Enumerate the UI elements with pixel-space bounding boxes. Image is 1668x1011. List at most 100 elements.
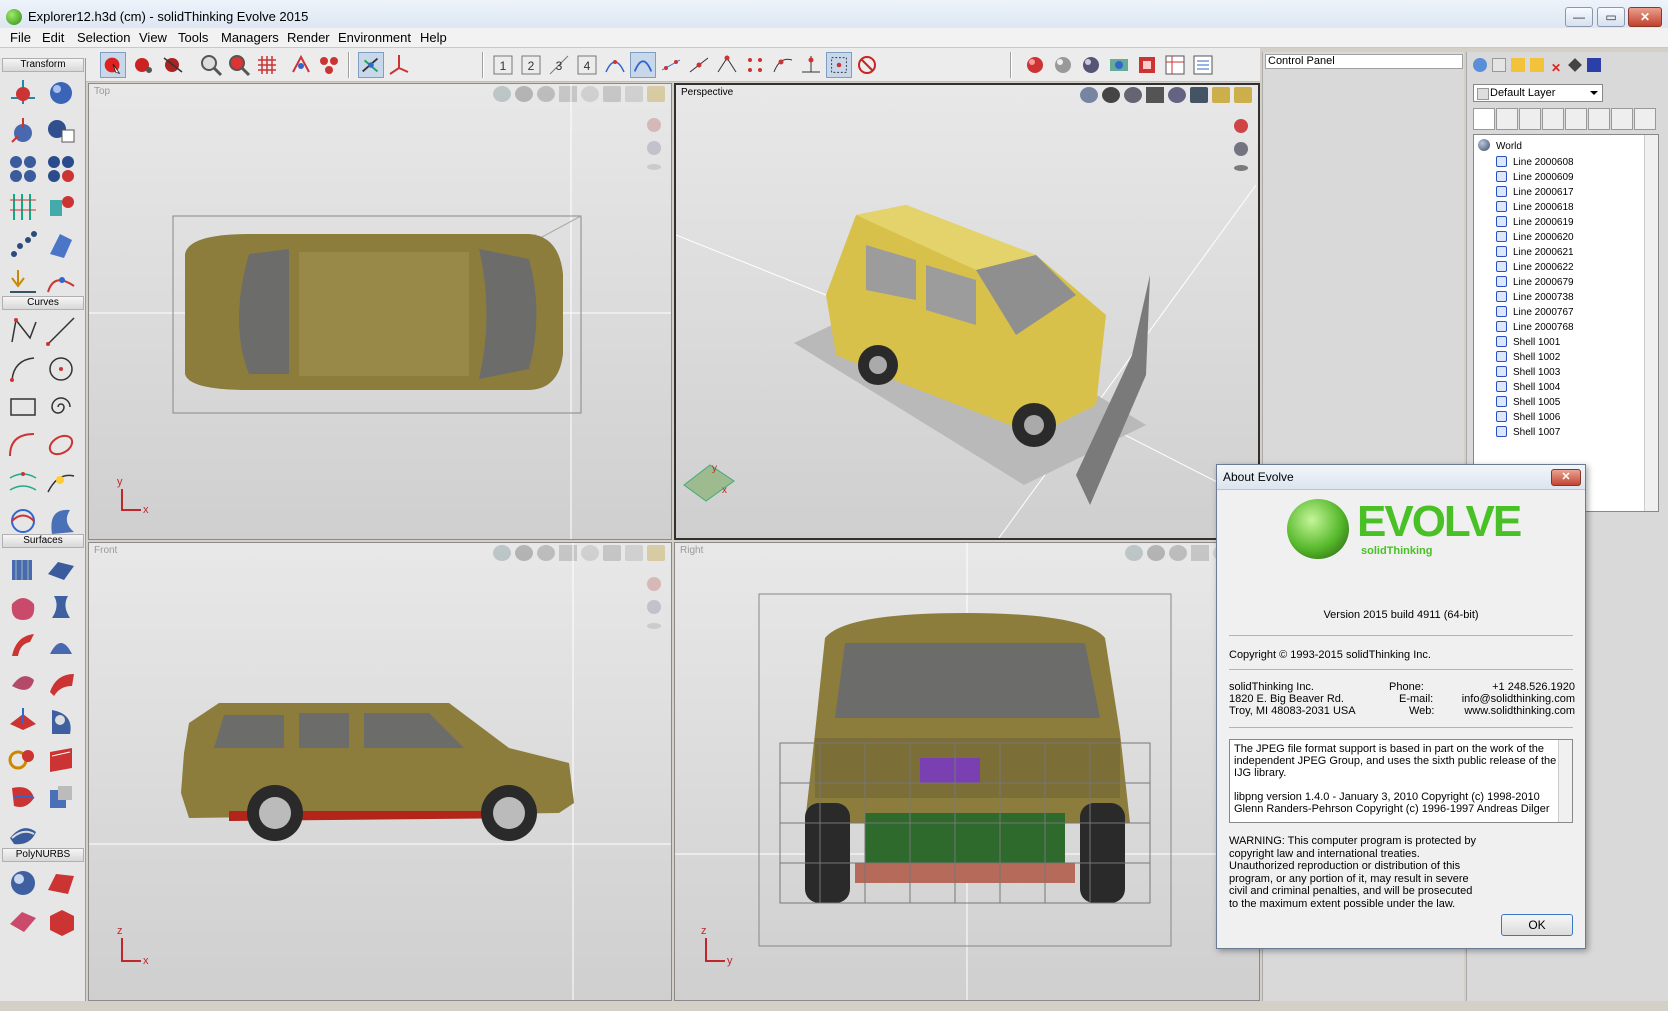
- points-icon[interactable]: [6, 228, 40, 262]
- curve-network-icon[interactable]: [6, 466, 40, 500]
- curve-blend-icon[interactable]: [44, 466, 78, 500]
- tree-item[interactable]: Line 2000618: [1496, 200, 1574, 216]
- snap-grid-points-icon[interactable]: [742, 52, 768, 78]
- tree-item[interactable]: Line 2000738: [1496, 290, 1574, 306]
- drop-icon[interactable]: [6, 266, 40, 300]
- viewport-front[interactable]: Front z x: [88, 542, 672, 1001]
- environment-icon[interactable]: [1106, 52, 1132, 78]
- tree-item[interactable]: Line 2000622: [1496, 260, 1574, 276]
- license-text-box[interactable]: The JPEG file format support is based in…: [1229, 739, 1573, 823]
- tree-item[interactable]: Line 2000608: [1496, 155, 1574, 171]
- menu-tools[interactable]: Tools: [178, 30, 208, 45]
- tree-item[interactable]: Shell 1005: [1496, 395, 1560, 411]
- ok-button[interactable]: OK: [1501, 914, 1573, 936]
- helix-icon[interactable]: [6, 504, 40, 538]
- tab-dimensions-icon[interactable]: [1611, 108, 1633, 130]
- snap-curve-icon[interactable]: [602, 52, 628, 78]
- tree-item[interactable]: Line 2000767: [1496, 305, 1574, 321]
- skin-icon[interactable]: [44, 666, 78, 700]
- snap-end-icon[interactable]: [714, 52, 740, 78]
- tab-lights-icon[interactable]: [1565, 108, 1587, 130]
- revolve-icon[interactable]: [6, 590, 40, 624]
- web-value[interactable]: www.solidthinking.com: [1464, 705, 1575, 717]
- offset-surface-icon[interactable]: [44, 742, 78, 776]
- visibility-icon[interactable]: [1568, 58, 1582, 72]
- license-scrollbar[interactable]: [1558, 740, 1572, 822]
- palette-header-polynurbs[interactable]: PolyNURBS: [2, 848, 84, 862]
- close-button[interactable]: ✕: [1628, 7, 1662, 27]
- curve-icon[interactable]: [6, 428, 40, 462]
- tree-item[interactable]: Shell 1007: [1496, 425, 1560, 441]
- tree-item[interactable]: Shell 1002: [1496, 350, 1560, 366]
- network-icon[interactable]: [6, 666, 40, 700]
- menu-managers[interactable]: Managers: [221, 30, 279, 45]
- extrude-icon[interactable]: [6, 552, 40, 586]
- polynurbs-box-icon[interactable]: [44, 904, 78, 938]
- multi-select-icon[interactable]: [316, 52, 342, 78]
- object-tree[interactable]: World Line 2000608 Line 2000609 Line 20006…: [1473, 134, 1659, 512]
- viewport-top[interactable]: Top y x: [88, 83, 672, 540]
- tab-materials-icon[interactable]: [1519, 108, 1541, 130]
- tree-item[interactable]: Shell 1004: [1496, 380, 1560, 396]
- polynurbs-extrude-icon[interactable]: [6, 904, 40, 938]
- palette-header-surfaces[interactable]: Surfaces: [2, 534, 84, 548]
- properties-icon[interactable]: [1190, 52, 1216, 78]
- zoom-selected-icon[interactable]: [226, 52, 252, 78]
- render-region-icon[interactable]: [1050, 52, 1076, 78]
- zoom-icon[interactable]: [198, 52, 224, 78]
- snap-on-surface-icon[interactable]: [826, 52, 852, 78]
- tab-views-icon[interactable]: [1634, 108, 1656, 130]
- snap-tangent-icon[interactable]: [770, 52, 796, 78]
- tree-item[interactable]: Line 2000619: [1496, 215, 1574, 231]
- menu-selection[interactable]: Selection: [77, 30, 130, 45]
- menu-environment[interactable]: Environment: [338, 30, 411, 45]
- axis-tool-icon[interactable]: [386, 52, 412, 78]
- tree-item[interactable]: Line 2000621: [1496, 245, 1574, 261]
- circle-icon[interactable]: [44, 352, 78, 386]
- email-value[interactable]: info@solidthinking.com: [1462, 693, 1575, 705]
- object-info-icon[interactable]: [44, 114, 78, 148]
- snap-4-icon[interactable]: 4: [574, 52, 600, 78]
- maximize-button[interactable]: ▭: [1597, 7, 1625, 27]
- tree-item[interactable]: Line 2000620: [1496, 230, 1574, 246]
- tree-item[interactable]: Line 2000609: [1496, 170, 1574, 186]
- lock-icon[interactable]: [1587, 58, 1601, 72]
- snap-points-icon[interactable]: [658, 52, 684, 78]
- menu-help[interactable]: Help: [420, 30, 447, 45]
- project-icon[interactable]: [44, 228, 78, 262]
- rectangle-icon[interactable]: [6, 390, 40, 424]
- ellipse-icon[interactable]: [44, 428, 78, 462]
- rotate-object-icon[interactable]: [44, 76, 78, 110]
- new-layer-icon[interactable]: [1473, 58, 1487, 72]
- polyline-icon[interactable]: [6, 314, 40, 348]
- menu-view[interactable]: View: [139, 30, 167, 45]
- tree-item[interactable]: Line 2000617: [1496, 185, 1574, 201]
- tab-planes-icon[interactable]: [1588, 108, 1610, 130]
- grid-snap-icon[interactable]: [254, 52, 280, 78]
- tab-layers-icon[interactable]: [1496, 108, 1518, 130]
- folder-icon[interactable]: [1511, 58, 1525, 72]
- disable-snap-icon[interactable]: [854, 52, 880, 78]
- snap-2-icon[interactable]: 2: [518, 52, 544, 78]
- copy-layer-icon[interactable]: [1492, 58, 1506, 72]
- minimize-button[interactable]: —: [1565, 7, 1593, 27]
- loft-icon[interactable]: [44, 628, 78, 662]
- snap-3-icon[interactable]: 3: [546, 52, 572, 78]
- cap-icon[interactable]: [6, 704, 40, 738]
- polynurbs-plane-icon[interactable]: [44, 866, 78, 900]
- tree-item[interactable]: Line 2000679: [1496, 275, 1574, 291]
- move-tool-icon[interactable]: [358, 52, 384, 78]
- render-icon[interactable]: [1022, 52, 1048, 78]
- tree-item[interactable]: Shell 1003: [1496, 365, 1560, 381]
- snap-perpendicular-icon[interactable]: [798, 52, 824, 78]
- arc-icon[interactable]: [6, 352, 40, 386]
- plane-icon[interactable]: [44, 552, 78, 586]
- blend-surface-icon[interactable]: [44, 704, 78, 738]
- copy-array-icon[interactable]: [44, 152, 78, 186]
- layer-dropdown[interactable]: Default Layer: [1473, 84, 1603, 102]
- palette-header-transform[interactable]: Transform: [2, 58, 84, 72]
- render-settings-icon[interactable]: [1078, 52, 1104, 78]
- boolean-icon[interactable]: [44, 780, 78, 814]
- vase-icon[interactable]: [44, 590, 78, 624]
- tree-item-world[interactable]: World: [1478, 139, 1522, 155]
